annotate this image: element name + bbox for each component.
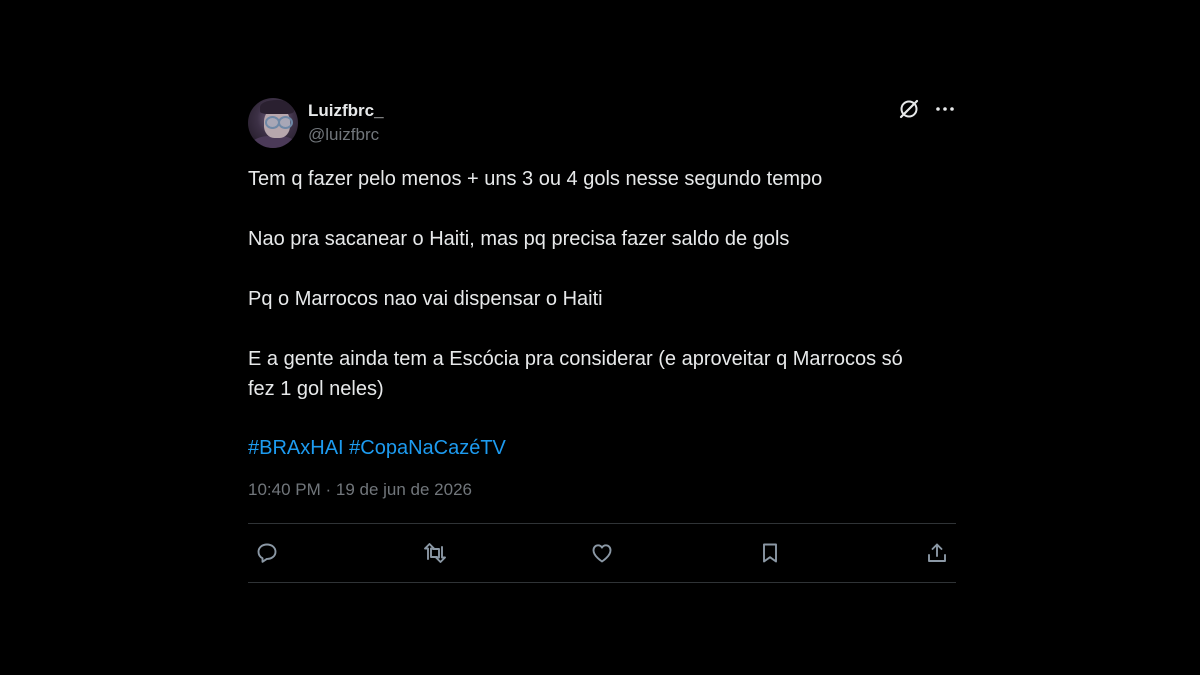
hashtag-links[interactable]: #BRAxHAI #CopaNaCazéTV [248,433,956,463]
author-names: Luizfbrc_ @luizfbrc [308,100,384,146]
more-options-icon[interactable] [934,98,956,120]
bookmark-icon[interactable] [757,540,783,566]
header-actions [898,98,956,120]
tweet-card: Luizfbrc_ @luizfbrc Tem q fazer pelo men… [248,96,956,583]
tweet-paragraph: Tem q fazer pelo menos + uns 3 ou 4 gols… [248,168,823,190]
tweet-paragraph: E a gente ainda tem a Escócia pra consid… [248,348,903,400]
tweet-paragraph: Nao pra sacanear o Haiti, mas pq precisa… [248,228,790,250]
avatar[interactable] [248,98,298,148]
retweet-icon[interactable] [422,540,448,566]
grok-icon[interactable] [898,98,920,120]
display-name[interactable]: Luizfbrc_ [308,100,384,122]
divider [248,582,956,583]
share-icon[interactable] [924,540,950,566]
user-handle[interactable]: @luizfbrc [308,124,384,146]
tweet-text: Tem q fazer pelo menos + uns 3 ou 4 gols… [248,164,956,463]
tweet-action-bar [248,524,956,582]
tweet-header: Luizfbrc_ @luizfbrc [248,96,956,148]
like-icon[interactable] [589,540,615,566]
reply-icon[interactable] [254,540,280,566]
tweet-timestamp[interactable]: 10:40 PM · 19 de jun de 2026 [248,479,956,501]
tweet-paragraph: Pq o Marrocos nao vai dispensar o Haiti [248,288,603,310]
